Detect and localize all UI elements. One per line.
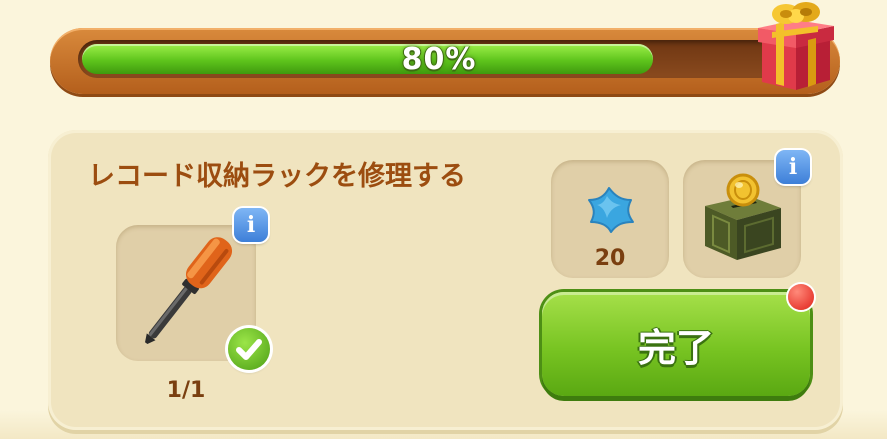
gift-box-icon[interactable] — [752, 0, 838, 92]
tool-count: 1/1 — [166, 378, 206, 403]
check-icon — [228, 328, 270, 370]
reward-slot-star[interactable]: 20 — [551, 160, 669, 278]
task-panel: レコード収納ラックを修理する i 1/1 20 i 完了 — [48, 130, 843, 430]
task-title: レコード収納ラックを修理する — [88, 161, 466, 192]
notification-dot — [788, 284, 814, 310]
complete-button[interactable]: 完了 — [542, 292, 810, 396]
complete-button-label: 完了 — [637, 325, 714, 370]
progress-bar: 80% — [50, 28, 840, 94]
tool-info-button[interactable]: i — [234, 208, 268, 242]
progress-track: 80% — [78, 40, 800, 78]
progress-label: 80% — [401, 41, 477, 77]
reward-amount: 20 — [594, 246, 626, 271]
reward-info-button[interactable]: i — [776, 150, 810, 184]
